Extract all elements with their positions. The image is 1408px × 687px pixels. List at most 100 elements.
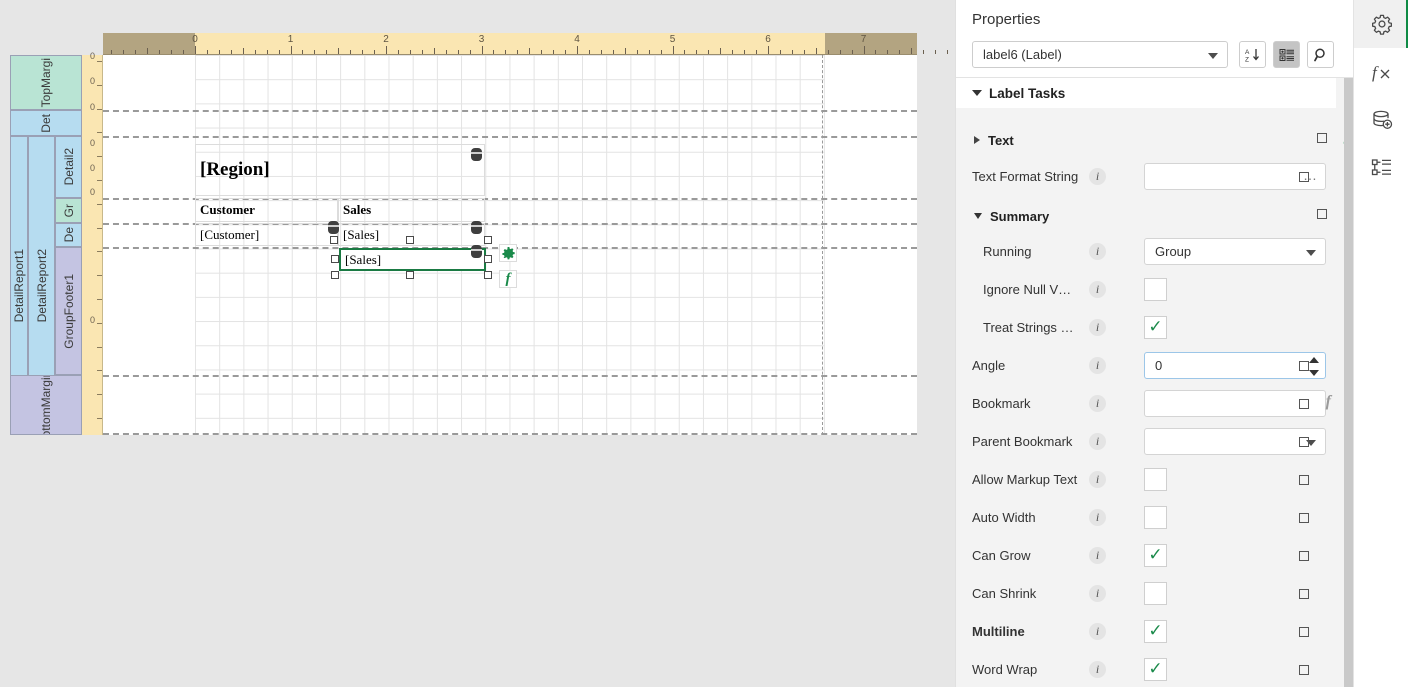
binding-indicator[interactable] [1299,665,1309,675]
band-detail[interactable]: Det [10,110,82,136]
control-customer-detail[interactable]: [Customer] [195,223,338,246]
binding-indicator[interactable] [1317,133,1327,143]
expressions-tab[interactable]: f [1354,48,1408,96]
running-select[interactable]: Group [1144,238,1326,265]
info-icon[interactable]: i [1089,319,1106,336]
ruler-tick-label: 1 [288,34,294,45]
info-icon[interactable]: i [1089,243,1106,260]
multiline-checkbox[interactable]: ✓ [1144,620,1167,643]
report-designer-surface[interactable]: 01234567 TopMargi Det DetailReport1 Deta… [0,0,955,687]
can-shrink-checkbox[interactable] [1144,582,1167,605]
resize-handle[interactable] [331,271,339,279]
horizontal-ruler[interactable]: 01234567 [103,33,917,55]
binding-indicator[interactable] [1299,399,1309,409]
resize-handle[interactable] [406,271,414,279]
binding-indicator[interactable] [1299,513,1309,523]
info-icon[interactable]: i [1089,281,1106,298]
resize-handle[interactable] [406,236,414,244]
info-icon[interactable]: i [1089,395,1106,412]
control-customer-header[interactable]: Customer [195,198,338,222]
property-row-auto-width[interactable]: Auto Width i [956,499,1336,537]
property-row-text-format-string[interactable]: Text Format String i … [956,158,1336,196]
band-label: De [62,227,76,242]
property-row-multiline[interactable]: Multiline i ✓ [956,613,1336,651]
chevron-down-icon[interactable] [1309,370,1319,376]
spinner-arrows[interactable] [1308,357,1319,376]
search-button[interactable] [1307,41,1334,68]
info-icon[interactable]: i [1089,471,1106,488]
smart-tag-gear-button[interactable] [499,244,517,262]
info-icon[interactable]: i [1089,661,1106,678]
control-sales-summary-selected[interactable]: [Sales] [339,248,486,271]
info-icon[interactable]: i [1089,509,1106,526]
property-row-angle[interactable]: Angle i 0 [956,347,1336,385]
group-header-label-tasks[interactable]: Label Tasks [956,78,1336,108]
allow-markup-text-checkbox[interactable] [1144,468,1167,491]
vertical-ruler[interactable]: 0000000 [82,55,103,435]
binding-indicator[interactable] [1299,551,1309,561]
band-groupfooter1[interactable]: GroupFooter1 [55,247,82,375]
report-explorer-tab[interactable] [1354,144,1408,192]
band-detail2[interactable]: Detail2 [55,136,82,198]
categorized-button[interactable] [1273,41,1300,68]
subheader-summary[interactable]: Summary [956,204,1336,228]
resize-handle[interactable] [328,221,339,234]
auto-width-checkbox[interactable] [1144,506,1167,529]
control-sales-header[interactable]: Sales [338,198,485,222]
sort-alphabetical-button[interactable]: A Z [1239,41,1266,68]
treat-strings-checkbox[interactable]: ✓ [1144,316,1167,339]
band-label-strip[interactable]: TopMargi Det DetailReport1 DetailReport2… [0,55,82,435]
subheader-text[interactable]: Text [956,128,1336,152]
resize-handle[interactable] [471,221,482,234]
binding-indicator[interactable] [1299,172,1309,182]
info-icon[interactable]: i [1089,357,1106,374]
word-wrap-checkbox[interactable]: ✓ [1144,658,1167,681]
property-row-can-shrink[interactable]: Can Shrink i [956,575,1336,613]
object-selector-dropdown[interactable]: label6 (Label) [972,41,1228,68]
binding-indicator[interactable] [1299,475,1309,485]
resize-handle[interactable] [330,236,338,244]
control-region-label[interactable]: [Region] [195,144,485,196]
binding-indicator[interactable] [1317,209,1327,219]
binding-indicator[interactable] [1299,627,1309,637]
ruler-subtick [493,50,494,54]
band-groupheader[interactable]: Gr [55,198,82,223]
properties-tab[interactable] [1354,0,1408,48]
info-icon[interactable]: i [1089,168,1106,185]
properties-list[interactable]: Label Tasks Text f Text Format String i … [956,78,1354,687]
data-source-tab[interactable] [1354,96,1408,144]
smart-tag-fx-button[interactable]: f [499,270,517,288]
band-topmargin[interactable]: TopMargi [10,55,82,110]
property-row-allow-markup-text[interactable]: Allow Markup Text i [956,461,1336,499]
fx-icon[interactable]: f [1326,393,1331,411]
can-grow-checkbox[interactable]: ✓ [1144,544,1167,567]
resize-handle[interactable] [331,255,339,263]
ignore-null-values-checkbox[interactable] [1144,278,1167,301]
property-row-treat-strings[interactable]: Treat Strings … i ✓ [956,309,1336,347]
band-detail-inner[interactable]: De [55,223,82,247]
band-bottommargin1[interactable]: BottomMargin1 [10,375,82,435]
resize-handle[interactable] [484,271,492,279]
property-row-bookmark[interactable]: Bookmark i f [956,385,1336,423]
ruler-subtick [314,50,315,54]
resize-handle[interactable] [471,245,482,258]
info-icon[interactable]: i [1089,623,1106,640]
binding-indicator[interactable] [1299,361,1309,371]
info-icon[interactable]: i [1089,433,1106,450]
property-row-word-wrap[interactable]: Word Wrap i ✓ [956,651,1336,687]
resize-handle[interactable] [484,236,492,244]
property-label: Running [983,244,1031,259]
info-icon[interactable]: i [1089,547,1106,564]
binding-indicator[interactable] [1299,589,1309,599]
chevron-down-icon [972,90,982,96]
chevron-up-icon[interactable] [1309,357,1319,363]
property-row-running[interactable]: Running i Group [956,233,1336,271]
binding-indicator[interactable] [1299,437,1309,447]
report-canvas[interactable]: [Region] Customer Sales [Customer] [Sale… [103,55,917,435]
property-row-ignore-null-values[interactable]: Ignore Null V… i [956,271,1336,309]
resize-handle[interactable] [471,148,482,161]
resize-handle[interactable] [484,255,492,263]
property-row-can-grow[interactable]: Can Grow i ✓ [956,537,1336,575]
property-row-parent-bookmark[interactable]: Parent Bookmark i [956,423,1336,461]
info-icon[interactable]: i [1089,585,1106,602]
